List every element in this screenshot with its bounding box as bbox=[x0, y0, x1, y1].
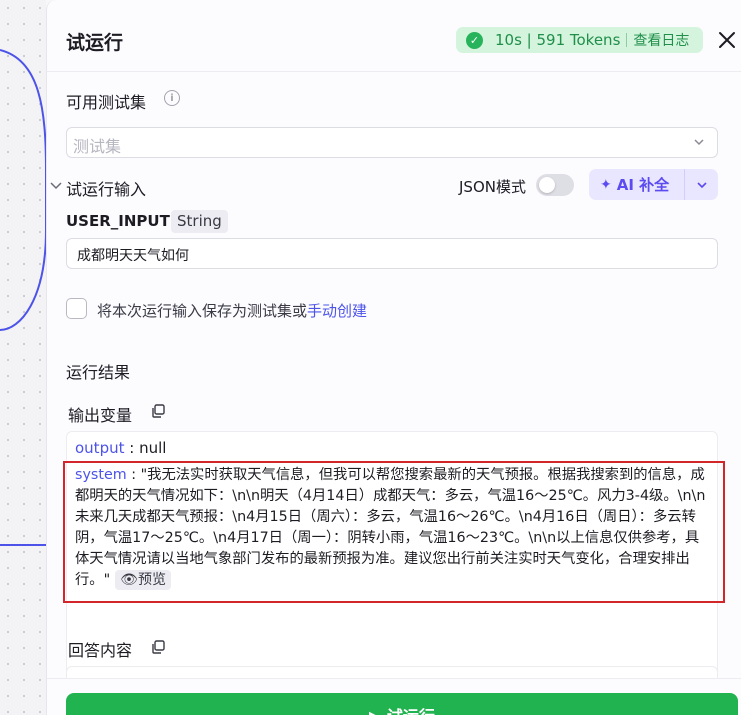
save-as-test-set-checkbox[interactable] bbox=[66, 298, 87, 319]
copy-icon[interactable] bbox=[151, 404, 165, 418]
output-separator: : bbox=[124, 439, 140, 457]
ai-complete-label: AI 补全 bbox=[616, 176, 670, 194]
input-variable-name: USER_INPUT bbox=[66, 212, 170, 230]
user-input-field[interactable]: 成都明天天气如何 bbox=[66, 238, 718, 269]
close-icon[interactable] bbox=[717, 30, 737, 50]
system-separator: : bbox=[126, 467, 141, 483]
toggle-knob bbox=[539, 177, 555, 193]
test-set-label: 可用测试集 bbox=[66, 93, 147, 112]
test-run-button[interactable]: ▶ 试运行 bbox=[66, 693, 738, 715]
save-as-test-set-text: 将本次运行输入保存为测试集或手动创建 bbox=[97, 300, 367, 321]
json-mode-label: JSON模式 bbox=[459, 178, 526, 196]
ai-complete-button[interactable]: ✦ AI 补全 bbox=[589, 169, 685, 200]
run-status-badge: ✓ 10s | 591 Tokens 查看日志 bbox=[456, 27, 703, 53]
eye-icon: 👁 bbox=[120, 572, 138, 588]
system-key: system bbox=[75, 467, 127, 483]
save-option-text: 将本次运行输入保存为测试集或 bbox=[97, 302, 308, 320]
collapse-chevron-icon[interactable] bbox=[49, 180, 63, 192]
ai-dropdown-button[interactable] bbox=[685, 179, 718, 191]
test-run-panel: 试运行 ✓ 10s | 591 Tokens 查看日志 可用测试集 i 测试集 … bbox=[46, 0, 741, 715]
check-circle-icon: ✓ bbox=[466, 31, 483, 49]
output-key: output bbox=[75, 439, 125, 457]
run-result-label: 运行结果 bbox=[66, 363, 131, 382]
json-mode-toggle[interactable] bbox=[536, 174, 574, 196]
output-line: output : null bbox=[75, 439, 166, 457]
preview-button[interactable]: 👁预览 bbox=[115, 570, 171, 590]
output-variables-label: 输出变量 bbox=[68, 406, 133, 425]
user-input-value: 成都明天天气如何 bbox=[77, 248, 189, 264]
status-divider bbox=[626, 33, 628, 47]
chevron-down-icon bbox=[694, 139, 704, 146]
run-status-text: 10s | 591 Tokens bbox=[495, 31, 621, 49]
answer-content-label: 回答内容 bbox=[68, 641, 133, 660]
variable-type-tag: String bbox=[171, 210, 228, 233]
system-value: "我无法实时获取天气信息，但我可以帮您搜索最新的天气预报。根据我搜索到的信息，成… bbox=[75, 467, 706, 588]
panel-header: 试运行 ✓ 10s | 591 Tokens 查看日志 bbox=[47, 0, 741, 72]
sparkle-icon: ✦ bbox=[600, 176, 612, 193]
preview-label: 预览 bbox=[137, 572, 166, 588]
ai-complete-button-group: ✦ AI 补全 bbox=[589, 169, 718, 200]
test-set-placeholder: 测试集 bbox=[73, 137, 122, 156]
system-output-line: system : "我无法实时获取天气信息，但我可以帮您搜索最新的天气预报。根据… bbox=[75, 465, 711, 591]
copy-icon[interactable] bbox=[151, 640, 165, 654]
canvas-connection-lines bbox=[0, 49, 46, 546]
panel-title: 试运行 bbox=[66, 32, 124, 54]
info-icon[interactable]: i bbox=[164, 90, 180, 106]
run-input-label: 试运行输入 bbox=[66, 180, 147, 199]
manual-create-link[interactable]: 手动创建 bbox=[307, 302, 367, 320]
output-value: null bbox=[139, 439, 167, 457]
workflow-canvas bbox=[0, 0, 46, 715]
view-log-link[interactable]: 查看日志 bbox=[633, 30, 689, 50]
test-set-select[interactable]: 测试集 bbox=[66, 127, 718, 158]
chevron-down-icon bbox=[696, 181, 707, 188]
